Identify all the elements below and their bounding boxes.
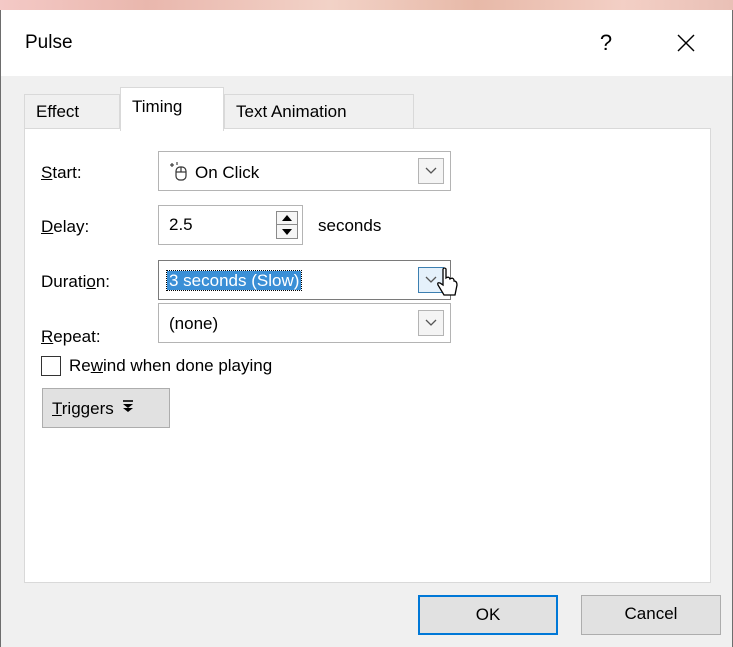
spin-down-button[interactable] <box>277 225 297 238</box>
timing-panel: Start: On Click Delay: 2.5 seconds Durat… <box>24 128 711 583</box>
delay-value: 2.5 <box>169 215 193 234</box>
double-chevron-down-icon <box>122 400 133 412</box>
start-dropdown-arrow[interactable] <box>418 158 444 184</box>
mouse-click-icon <box>170 162 187 181</box>
delay-label: Delay: <box>41 217 90 236</box>
pulse-effect-dialog: Pulse ? Effect Timing Text Animation Sta… <box>0 10 733 647</box>
help-button[interactable]: ? <box>583 20 629 66</box>
start-value: On Click <box>169 161 259 184</box>
tab-text-animation[interactable]: Text Animation <box>224 94 414 130</box>
close-icon <box>677 34 695 52</box>
repeat-dropdown[interactable]: (none) <box>158 303 451 343</box>
delay-spinner[interactable]: 2.5 <box>158 205 303 245</box>
duration-selected-text: 3 seconds (Slow) <box>165 270 303 291</box>
spin-up-button[interactable] <box>277 212 297 225</box>
repeat-dropdown-arrow[interactable] <box>418 310 444 336</box>
triangle-up-icon <box>282 215 292 221</box>
tab-text-animation-label: Text Animation <box>236 102 347 121</box>
tab-effect[interactable]: Effect <box>24 94 120 130</box>
delay-unit-label: seconds <box>318 216 382 235</box>
duration-value[interactable]: 3 seconds (Slow) <box>165 270 303 292</box>
tab-timing-label: Timing <box>132 97 183 116</box>
rewind-checkbox[interactable] <box>41 356 61 376</box>
title-bar: Pulse ? <box>1 10 732 76</box>
start-dropdown[interactable]: On Click <box>158 151 451 191</box>
rewind-label[interactable]: Rewind when done playing <box>69 355 272 377</box>
duration-dropdown-arrow[interactable] <box>418 267 444 293</box>
triggers-button[interactable]: Triggers <box>42 388 170 428</box>
repeat-label: Repeat: <box>41 327 101 346</box>
help-icon: ? <box>599 30 613 55</box>
dialog-title: Pulse <box>25 32 73 53</box>
ok-button[interactable]: OK <box>418 595 558 635</box>
background-slide-strip <box>0 0 733 10</box>
repeat-value: (none) <box>169 314 219 333</box>
duration-combobox[interactable]: 3 seconds (Slow) <box>158 260 451 300</box>
chevron-down-icon <box>425 319 437 326</box>
tab-effect-label: Effect <box>36 102 80 121</box>
duration-label: Duration: <box>41 272 111 291</box>
delay-spin-buttons[interactable] <box>276 211 298 239</box>
triangle-down-icon <box>282 228 292 235</box>
start-label: Start: <box>41 163 82 182</box>
tab-timing[interactable]: Timing <box>120 87 224 131</box>
close-button[interactable] <box>663 20 709 66</box>
chevron-down-icon <box>425 167 437 174</box>
chevron-down-icon <box>425 276 437 283</box>
cancel-button[interactable]: Cancel <box>581 595 721 635</box>
